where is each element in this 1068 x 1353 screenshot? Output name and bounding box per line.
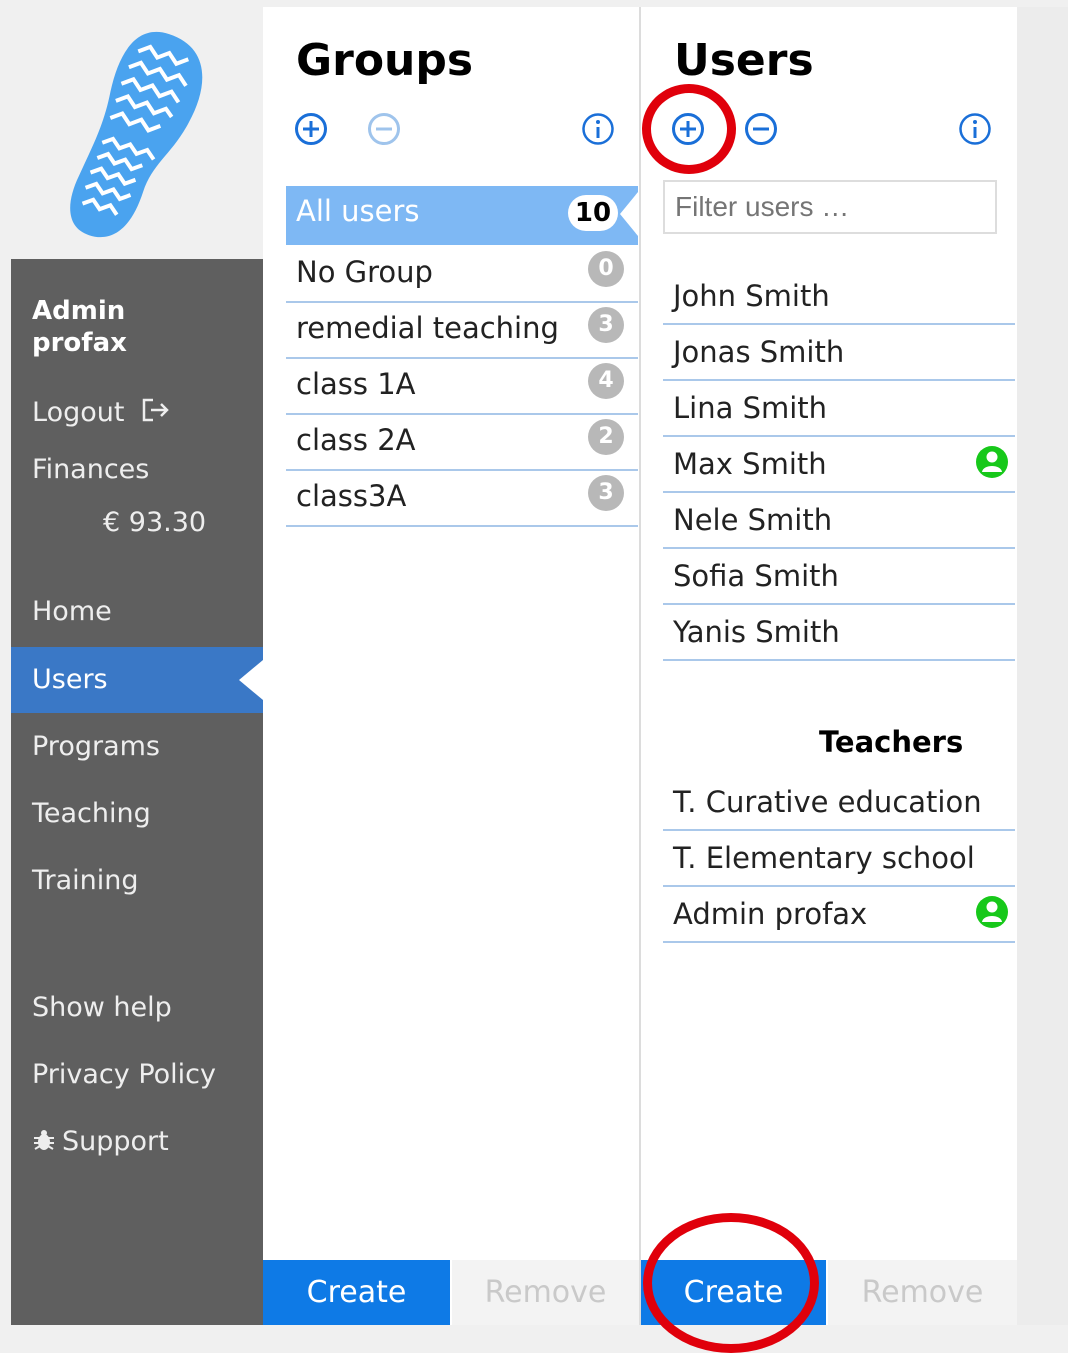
group-class-2a[interactable]: class 2A 2 xyxy=(286,415,638,471)
user-name: Lina Smith xyxy=(673,391,828,425)
group-count-badge: 0 xyxy=(588,251,624,287)
user-name: Jonas Smith xyxy=(673,335,845,369)
user-name: Yanis Smith xyxy=(673,615,840,649)
groups-info-icon[interactable] xyxy=(581,112,615,146)
group-remedial-teaching[interactable]: remedial teaching 3 xyxy=(286,303,638,359)
right-margin xyxy=(1017,7,1068,1325)
group-count-badge: 3 xyxy=(588,475,624,511)
show-help-link[interactable]: Show help xyxy=(32,992,172,1023)
teacher-name: T. Curative education xyxy=(673,785,982,819)
group-label: class3A xyxy=(296,479,407,513)
user-online-icon xyxy=(976,446,1008,478)
user-online-icon xyxy=(976,896,1008,928)
balance-value: € 93.30 xyxy=(103,507,207,538)
users-panel: Users John Smith Jonas Smith Lina Smith … xyxy=(641,7,1017,1325)
account-name: Admin profax xyxy=(32,295,127,359)
group-count-badge: 3 xyxy=(588,307,624,343)
group-label: class 2A xyxy=(296,423,416,457)
user-row[interactable]: Nele Smith xyxy=(663,493,1015,549)
user-row[interactable]: Jonas Smith xyxy=(663,325,1015,381)
group-label: No Group xyxy=(296,255,433,289)
teacher-name: Admin profax xyxy=(673,897,868,931)
nav-programs[interactable]: Programs xyxy=(11,714,263,780)
teacher-row[interactable]: T. Elementary school xyxy=(663,831,1015,887)
user-name: Nele Smith xyxy=(673,503,833,537)
logout-icon xyxy=(142,398,169,422)
user-row[interactable]: Max Smith xyxy=(663,437,1015,493)
nav-users[interactable]: Users xyxy=(11,647,263,713)
groups-title: Groups xyxy=(296,35,474,86)
support-label: Support xyxy=(62,1126,169,1157)
nav-teaching[interactable]: Teaching xyxy=(11,781,263,847)
teacher-row[interactable]: T. Curative education xyxy=(663,775,1015,831)
account-second: profax xyxy=(32,328,127,358)
users-info-icon[interactable] xyxy=(958,112,992,146)
create-user-button[interactable]: Create xyxy=(641,1260,826,1325)
group-count-badge: 4 xyxy=(588,363,624,399)
groups-panel: Groups All users 10 No Group 0 remedial … xyxy=(263,7,639,1325)
group-class-3a[interactable]: class3A 3 xyxy=(286,471,638,527)
teachers-heading: Teachers xyxy=(819,725,964,759)
nav-home[interactable]: Home xyxy=(11,579,263,645)
user-row[interactable]: Sofia Smith xyxy=(663,549,1015,605)
nav-training[interactable]: Training xyxy=(11,848,263,914)
teacher-row[interactable]: Admin profax xyxy=(663,887,1015,943)
user-name: Sofia Smith xyxy=(673,559,839,593)
bug-icon xyxy=(34,1130,54,1150)
teacher-name: T. Elementary school xyxy=(673,841,975,875)
group-count-badge: 2 xyxy=(588,419,624,455)
add-group-icon[interactable] xyxy=(294,112,328,146)
group-label: All users xyxy=(296,194,420,228)
remove-group-button[interactable]: Remove xyxy=(452,1260,639,1325)
privacy-policy-link[interactable]: Privacy Policy xyxy=(32,1059,216,1090)
user-row[interactable]: Yanis Smith xyxy=(663,605,1015,661)
logo-area xyxy=(11,7,263,259)
add-user-icon[interactable] xyxy=(671,112,705,146)
support-link[interactable]: Support xyxy=(32,1126,169,1157)
group-label: class 1A xyxy=(296,367,416,401)
group-no-group[interactable]: No Group 0 xyxy=(286,247,638,303)
user-name: John Smith xyxy=(673,279,830,313)
remove-user-icon[interactable] xyxy=(744,112,778,146)
logout-link[interactable]: Logout xyxy=(32,397,171,428)
remove-user-button[interactable]: Remove xyxy=(828,1260,1017,1325)
group-label: remedial teaching xyxy=(296,311,559,345)
sidebar: Admin profax Logout Finances € 93.30 Hom… xyxy=(11,7,263,1325)
filter-users-input[interactable] xyxy=(663,180,997,234)
footprint-logo xyxy=(70,32,203,238)
user-row[interactable]: Lina Smith xyxy=(663,381,1015,437)
finances-link[interactable]: Finances xyxy=(32,454,149,485)
users-title: Users xyxy=(674,35,814,86)
remove-group-icon[interactable] xyxy=(367,112,401,146)
group-class-1a[interactable]: class 1A 4 xyxy=(286,359,638,415)
group-count-badge: 10 xyxy=(568,195,618,231)
user-name: Max Smith xyxy=(673,447,827,481)
user-row[interactable]: John Smith xyxy=(663,269,1015,325)
logout-label: Logout xyxy=(32,397,125,428)
group-all-users[interactable]: All users 10 xyxy=(286,186,638,245)
account-first: Admin xyxy=(32,296,126,326)
create-group-button[interactable]: Create xyxy=(263,1260,450,1325)
